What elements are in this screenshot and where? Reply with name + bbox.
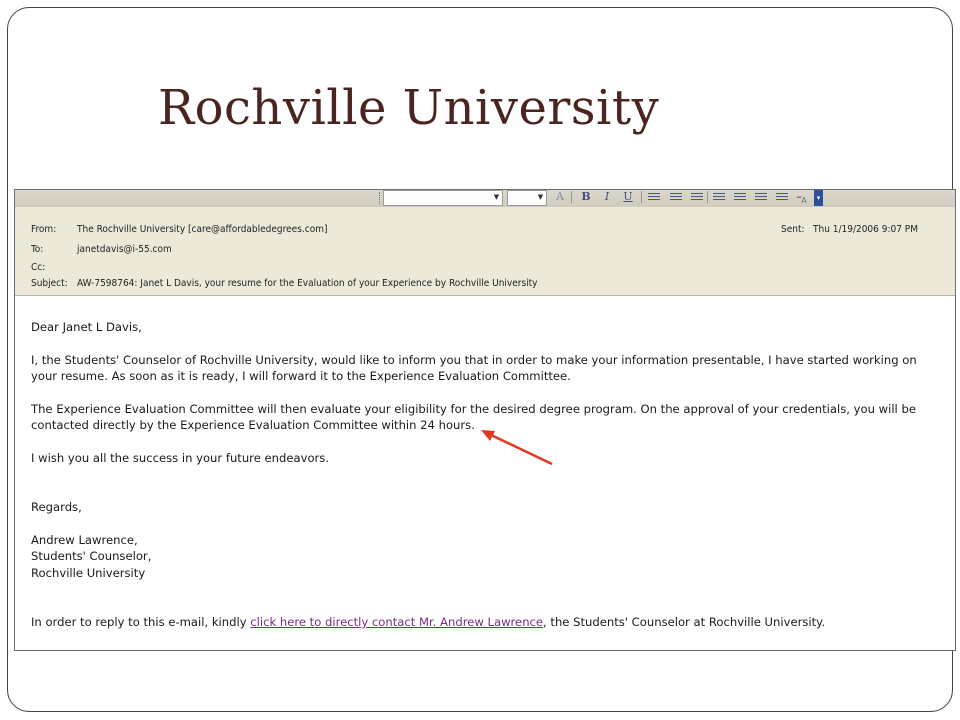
numbered-list-icon[interactable] <box>713 193 725 202</box>
font-style-icon[interactable]: A <box>552 190 568 204</box>
paragraph-2-line-1: The Experience Evaluation Committee will… <box>31 401 916 416</box>
subject-value: AW-7598764: Janet L Davis, your resume f… <box>77 278 538 289</box>
chevron-down-icon: ▼ <box>537 193 544 201</box>
toolbar-separator <box>571 191 572 203</box>
bold-button[interactable]: B <box>578 190 594 204</box>
decrease-indent-icon[interactable] <box>755 193 767 202</box>
paragraph-2-line-2: contacted directly by the Experience Eva… <box>31 418 475 432</box>
footer-line: In order to reply to this e-mail, kindly… <box>31 614 951 631</box>
font-name-select[interactable]: ▼ <box>383 190 503 206</box>
increase-indent-icon[interactable] <box>776 193 788 202</box>
sent-value: Thu 1/19/2006 9:07 PM <box>813 224 918 235</box>
email-screenshot: ▼ ▼ A B I U – A ▾ From: The Rochville Un… <box>14 189 956 651</box>
from-label: From: <box>31 224 57 235</box>
to-value: janetdavis@i-55.com <box>77 244 172 255</box>
to-label: To: <box>31 244 44 255</box>
toolbar-separator <box>641 191 642 203</box>
paragraph-3: I wish you all the success in your futur… <box>31 450 330 465</box>
sent-label: Sent: <box>781 224 805 235</box>
signature-organization: Rochville University <box>31 565 146 580</box>
toolbar-options-icon[interactable]: ▾ <box>814 190 823 206</box>
paragraph-1-line-2: your resume. As soon as it is ready, I w… <box>31 369 571 383</box>
contact-link[interactable]: click here to directly contact Mr. Andre… <box>250 615 543 629</box>
toolbar-separator <box>707 191 708 203</box>
italic-button[interactable]: I <box>599 190 615 204</box>
signature-name: Andrew Lawrence, <box>31 532 138 547</box>
greeting: Dear Janet L Davis, <box>31 320 142 334</box>
from-value: The Rochville University [care@affordabl… <box>77 224 328 235</box>
font-color-icon[interactable]: A <box>796 194 812 208</box>
paragraph-1-line-1: I, the Students' Counselor of Rochville … <box>31 352 917 367</box>
closing: Regards, <box>31 500 82 514</box>
align-center-icon[interactable] <box>670 193 682 202</box>
email-body: Dear Janet L Davis, I, the Students' Cou… <box>31 319 951 631</box>
align-left-icon[interactable] <box>648 193 660 202</box>
underline-button[interactable]: U <box>620 190 636 204</box>
slide-title: Rochville University <box>158 80 660 136</box>
footer-prefix: In order to reply to this e-mail, kindly <box>31 615 251 629</box>
cc-label: Cc: <box>31 262 46 273</box>
signature-title: Students' Counselor, <box>31 549 152 563</box>
footer-suffix: , the Students' Counselor at Rochville U… <box>543 615 826 629</box>
bullet-list-icon[interactable] <box>734 193 746 202</box>
align-right-icon[interactable] <box>691 193 703 202</box>
font-size-select[interactable]: ▼ <box>507 190 547 206</box>
chevron-down-icon: ▼ <box>493 193 500 201</box>
message-header: From: The Rochville University [care@aff… <box>15 207 955 296</box>
subject-label: Subject: <box>31 278 68 289</box>
formatting-toolbar: ▼ ▼ A B I U – A ▾ <box>15 190 955 207</box>
